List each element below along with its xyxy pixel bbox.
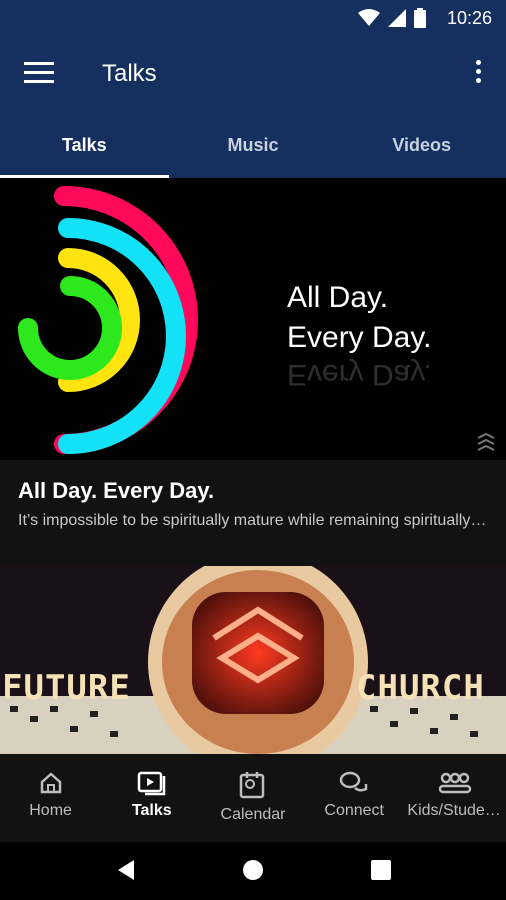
activity-rings-graphic xyxy=(18,186,198,454)
status-bar: 10:26 xyxy=(0,0,506,36)
wifi-icon xyxy=(358,9,380,26)
nav-home[interactable]: Home xyxy=(0,754,101,842)
nav-kids-label: Kids/Students xyxy=(407,802,504,819)
signal-icon xyxy=(388,9,406,27)
nav-talks[interactable]: Talks xyxy=(101,754,202,842)
future-church-graphic xyxy=(0,566,506,754)
talk-card-image: All Day. Every Day. Every Day. xyxy=(0,178,506,460)
back-icon[interactable] xyxy=(114,858,138,882)
hero-text-line1: All Day. xyxy=(287,281,389,314)
tab-talks[interactable]: Talks xyxy=(0,112,169,178)
status-time: 10:26 xyxy=(446,8,492,28)
stacked-layers-icon xyxy=(477,432,495,451)
kids-icon xyxy=(439,772,472,794)
calendar-icon xyxy=(239,772,265,799)
page-title: Talks xyxy=(102,60,157,87)
nav-connect-label: Connect xyxy=(324,802,384,819)
battery-icon xyxy=(414,8,426,28)
church-text: CHURCH xyxy=(356,668,485,708)
home-icon xyxy=(40,772,61,794)
hero-text-reflection: Every Day. xyxy=(287,358,432,391)
system-navigation-bar xyxy=(0,842,506,900)
nav-kids-students[interactable]: Kids/Students xyxy=(405,754,506,842)
talk-card-subtitle: It’s impossible to be spiritually mature… xyxy=(18,512,488,529)
nav-connect[interactable]: Connect xyxy=(304,754,405,842)
talk-card[interactable]: FUTURE CHURCH xyxy=(0,566,506,754)
talks-icon xyxy=(137,771,166,796)
bottom-navigation: Home Talks Calendar Connect Kids/Student… xyxy=(0,754,506,842)
menu-icon[interactable] xyxy=(24,62,54,86)
talk-card-title: All Day. Every Day. xyxy=(18,478,215,503)
app-bar: Talks xyxy=(0,36,506,112)
nav-home-label: Home xyxy=(29,802,72,819)
nav-talks-label: Talks xyxy=(131,802,172,819)
talk-card[interactable]: All Day. Every Day. Every Day. All Day. … xyxy=(0,178,506,566)
hero-text: All Day. Every Day. xyxy=(287,278,431,358)
future-text: FUTURE xyxy=(2,668,131,708)
connect-icon xyxy=(339,771,368,792)
nav-calendar[interactable]: Calendar xyxy=(202,754,303,842)
more-options-icon[interactable] xyxy=(474,60,482,88)
nav-calendar-label: Calendar xyxy=(220,806,286,823)
hero-text-line2: Every Day. xyxy=(287,321,432,354)
recents-icon[interactable] xyxy=(370,859,392,881)
tab-bar: Talks Music Videos xyxy=(0,112,506,178)
home-button-icon[interactable] xyxy=(241,858,265,882)
status-icons xyxy=(358,8,426,28)
tab-music[interactable]: Music xyxy=(169,112,338,178)
tab-videos[interactable]: Videos xyxy=(337,112,506,178)
